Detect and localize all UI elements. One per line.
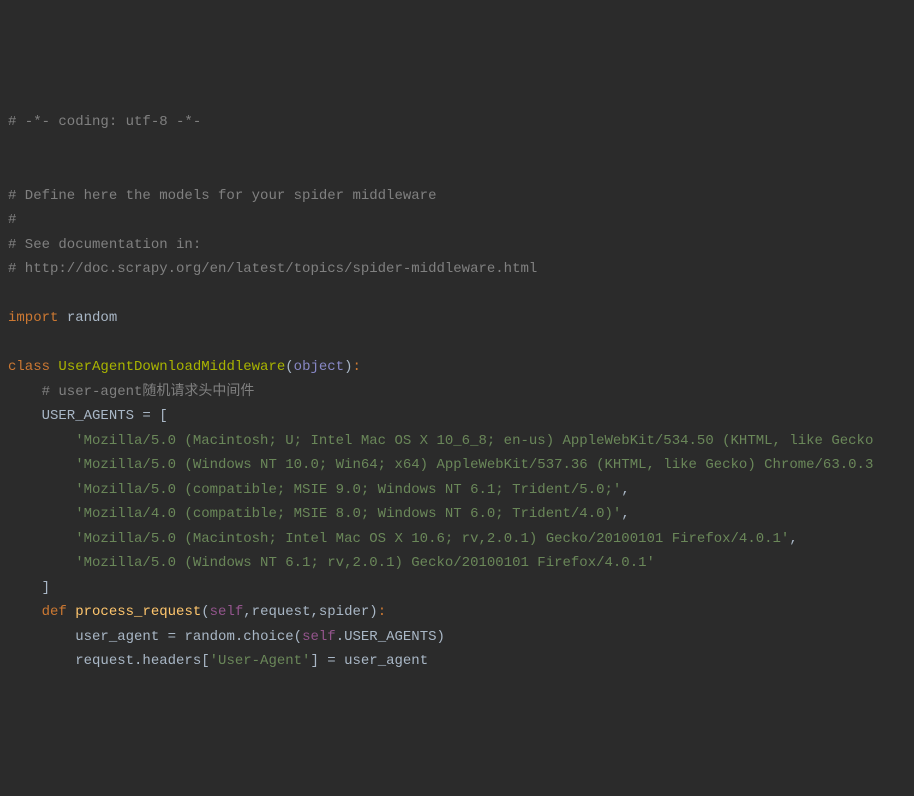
indent	[8, 482, 75, 498]
string-literal: 'Mozilla/5.0 (Windows NT 10.0; Win64; x6…	[8, 457, 873, 473]
indent	[8, 506, 75, 522]
paren-close: )	[344, 359, 352, 375]
blank-line	[8, 159, 914, 184]
comma: ,	[621, 482, 629, 498]
code-line: # user-agent随机请求头中间件	[8, 380, 914, 405]
code-line: # See documentation in:	[8, 233, 914, 258]
bracket-close: ]	[310, 653, 327, 669]
code-line: # -*- coding: utf-8 -*-	[8, 110, 914, 135]
string-literal: 'User-Agent'	[210, 653, 311, 669]
comment: # user-agent随机请求头中间件	[8, 384, 254, 400]
comment: # See documentation in:	[8, 237, 201, 253]
bracket-close: ]	[8, 580, 50, 596]
code-line: 'Mozilla/5.0 (Windows NT 10.0; Win64; x6…	[8, 453, 914, 478]
string-literal: 'Mozilla/5.0 (Macintosh; Intel Mac OS X …	[75, 531, 789, 547]
blank-line	[8, 135, 914, 160]
builtin-object: object	[294, 359, 344, 375]
module-name: random	[58, 310, 117, 326]
paren-open: (	[285, 359, 293, 375]
class-name: UserAgentDownloadMiddleware	[50, 359, 285, 375]
paren-open: (	[201, 604, 209, 620]
param-self: self	[210, 604, 244, 620]
string-literal: 'Mozilla/5.0 (compatible; MSIE 9.0; Wind…	[75, 482, 621, 498]
keyword-class: class	[8, 359, 50, 375]
code-line: # Define here the models for your spider…	[8, 184, 914, 209]
code-line: 'Mozilla/5.0 (compatible; MSIE 9.0; Wind…	[8, 478, 914, 503]
expression: random.choice(	[184, 629, 302, 645]
string-literal: 'Mozilla/4.0 (compatible; MSIE 8.0; Wind…	[75, 506, 621, 522]
code-line: user_agent = random.choice(self.USER_AGE…	[8, 625, 914, 650]
code-line: import random	[8, 306, 914, 331]
code-line: 'Mozilla/4.0 (compatible; MSIE 8.0; Wind…	[8, 502, 914, 527]
string-literal: 'Mozilla/5.0 (Macintosh; U; Intel Mac OS…	[8, 433, 873, 449]
comma: ,	[789, 531, 797, 547]
assign-op: =	[168, 629, 185, 645]
expression: .USER_AGENTS)	[336, 629, 445, 645]
code-line: 'Mozilla/5.0 (Windows NT 6.1; rv,2.0.1) …	[8, 551, 914, 576]
comment: #	[8, 212, 16, 228]
code-line: def process_request(self,request,spider)…	[8, 600, 914, 625]
colon: :	[353, 359, 361, 375]
indent	[8, 531, 75, 547]
params: ,request,spider	[243, 604, 369, 620]
identifier: USER_AGENTS	[8, 408, 142, 424]
assign-op: =	[142, 408, 159, 424]
comment: # -*- coding: utf-8 -*-	[8, 114, 201, 130]
indent	[8, 604, 42, 620]
function-name: process_request	[67, 604, 201, 620]
indent	[8, 555, 75, 571]
code-line: USER_AGENTS = [	[8, 404, 914, 429]
paren-close: )	[369, 604, 377, 620]
identifier: user_agent	[344, 653, 428, 669]
comment: # Define here the models for your spider…	[8, 188, 436, 204]
code-line: class UserAgentDownloadMiddleware(object…	[8, 355, 914, 380]
comma: ,	[621, 506, 629, 522]
code-line: 'Mozilla/5.0 (Macintosh; Intel Mac OS X …	[8, 527, 914, 552]
code-editor[interactable]: # -*- coding: utf-8 -*- # Define here the…	[8, 110, 914, 674]
code-line: ]	[8, 576, 914, 601]
keyword-import: import	[8, 310, 58, 326]
keyword-def: def	[42, 604, 67, 620]
comment: # http://doc.scrapy.org/en/latest/topics…	[8, 261, 537, 277]
code-line: #	[8, 208, 914, 233]
colon: :	[378, 604, 386, 620]
blank-line	[8, 331, 914, 356]
code-line: 'Mozilla/5.0 (Macintosh; U; Intel Mac OS…	[8, 429, 914, 454]
self-ref: self	[302, 629, 336, 645]
code-line: # http://doc.scrapy.org/en/latest/topics…	[8, 257, 914, 282]
blank-line	[8, 282, 914, 307]
identifier: request.headers[	[8, 653, 210, 669]
string-literal: 'Mozilla/5.0 (Windows NT 6.1; rv,2.0.1) …	[75, 555, 655, 571]
bracket-open: [	[159, 408, 167, 424]
code-line: request.headers['User-Agent'] = user_age…	[8, 649, 914, 674]
identifier: user_agent	[8, 629, 168, 645]
assign-op: =	[327, 653, 344, 669]
